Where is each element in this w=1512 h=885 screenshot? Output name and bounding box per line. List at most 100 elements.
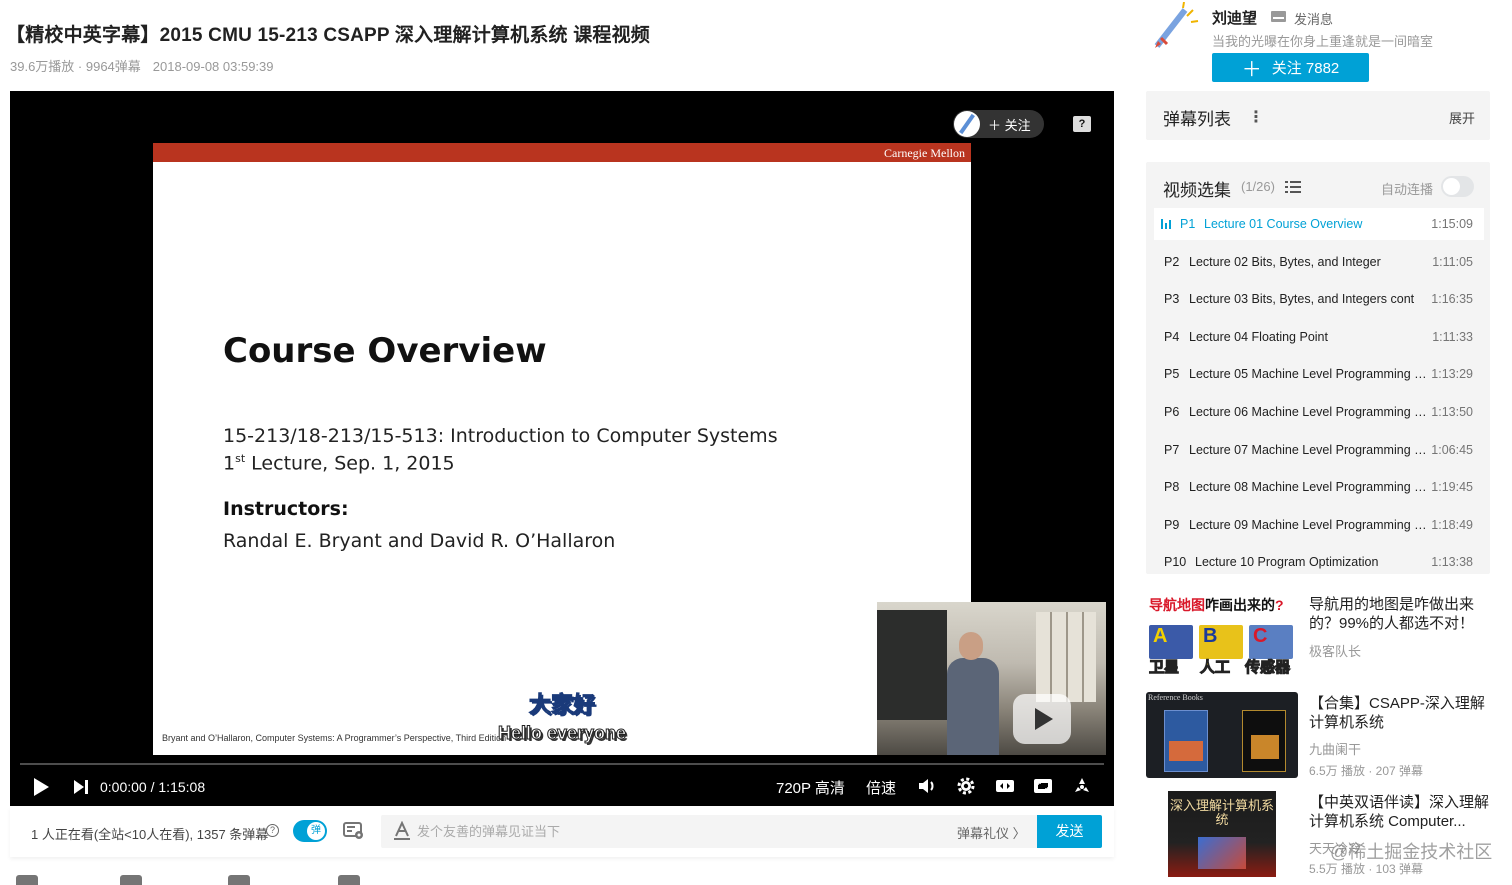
episode-duration: 1:16:35 xyxy=(1431,292,1473,307)
viewer-count: 1 人正在看(全站<10人在看), 1357 条弹幕 xyxy=(31,827,269,842)
episode-index: P2 xyxy=(1164,254,1180,269)
episode-list-panel: 视频选集 (1/26) 自动连播 P1 Lecture 01 Course Ove… xyxy=(1146,162,1490,574)
thumbnail-headline: 导航地图咋画出来的? xyxy=(1149,597,1284,613)
recommend-thumbnail[interactable]: 导航地图咋画出来的? A B C 卫星 人工 传感器 xyxy=(1146,595,1298,681)
player-follow-button[interactable]: ＋ 关注 xyxy=(953,110,1044,138)
recommend-author[interactable]: 九曲阑干 xyxy=(1309,739,1361,758)
next-icon[interactable] xyxy=(74,779,88,795)
video-date: 2018-09-08 03:59:39 xyxy=(152,59,274,74)
danmaku-input[interactable] xyxy=(417,815,937,848)
lecture-slide: Carnegie Mellon Course Overview 15-213/1… xyxy=(153,143,971,755)
autoplay-toggle[interactable] xyxy=(1441,176,1474,197)
widescreen-icon[interactable] xyxy=(994,775,1016,797)
danmaku-list-title: 弹幕列表 xyxy=(1163,110,1231,129)
web-fullscreen-icon[interactable] xyxy=(1032,775,1054,797)
video-title: 【精校中英字幕】2015 CMU 15-213 CSAPP 深入理解计算机系统 … xyxy=(6,25,651,46)
danmaku-settings-icon[interactable] xyxy=(343,821,365,841)
time-display: 0:00:00 / 1:15:08 xyxy=(100,779,206,795)
report-icon[interactable]: ? xyxy=(1073,116,1091,132)
episode-item[interactable]: P8 Lecture 08 Machine Level Programming I… xyxy=(1154,471,1484,503)
episode-count: (1/26) xyxy=(1241,179,1275,194)
episode-duration: 1:11:33 xyxy=(1432,329,1473,344)
episode-item[interactable]: P9 Lecture 09 Machine Level Programming V… xyxy=(1154,509,1484,541)
episode-name: Lecture 06 Machine Level Programming II … xyxy=(1189,405,1429,419)
video-meta: 39.6万播放 · 9964弹幕 2018-09-08 03:59:39 xyxy=(10,56,274,75)
coin-icon[interactable] xyxy=(120,875,142,885)
expand-button[interactable]: 展开 xyxy=(1449,108,1475,127)
episode-duration: 1:18:49 xyxy=(1431,517,1473,532)
action-strip xyxy=(10,872,1114,885)
recommend-title[interactable]: 导航用的地图是咋做出来的？99%的人都选不对！ xyxy=(1309,595,1495,633)
episode-duration: 1:13:38 xyxy=(1431,555,1473,570)
up-signature: 当我的光曝在你身上重逢就是一间暗室 xyxy=(1212,34,1434,49)
episode-duration: 1:13:50 xyxy=(1431,405,1473,419)
send-button[interactable]: 发送 xyxy=(1037,815,1102,848)
more-icon[interactable]: ⋮ xyxy=(1248,107,1264,127)
recommend-title[interactable]: 【中英双语伴读】深入理解计算机系统 Computer... xyxy=(1309,793,1495,831)
recommend-thumbnail[interactable]: Reference Books xyxy=(1146,692,1298,778)
episode-name: Lecture 02 Bits, Bytes, and Integer xyxy=(1189,254,1381,269)
manual-tile: B xyxy=(1199,625,1243,659)
speed-button[interactable]: 倍速 xyxy=(866,777,896,798)
video-stats: 39.6万播放 · 9964弹幕 xyxy=(10,59,141,74)
episode-name: Lecture 01 Course Overview xyxy=(1204,217,1363,231)
play-icon[interactable] xyxy=(34,778,49,796)
episode-duration: 1:15:09 xyxy=(1431,217,1473,231)
up-name[interactable]: 刘迪望 xyxy=(1212,7,1257,28)
recommend-thumbnail[interactable]: 深入理解计算机系统 xyxy=(1146,791,1298,877)
radiation-icon[interactable] xyxy=(1071,775,1093,797)
episode-item[interactable]: P2 Lecture 02 Bits, Bytes, and Integer 1:1… xyxy=(1154,246,1484,278)
follow-button[interactable]: ＋ 关注 7882 xyxy=(1212,53,1369,82)
book-cover xyxy=(1242,710,1286,772)
episode-duration: 1:13:29 xyxy=(1431,367,1473,382)
playing-icon xyxy=(1161,219,1173,229)
avatar xyxy=(954,111,980,137)
favorite-icon[interactable] xyxy=(228,875,250,885)
episode-index: P1 xyxy=(1180,217,1196,231)
danmaku-etiquette-link[interactable]: 弹幕礼仪 〉 xyxy=(957,823,1026,842)
like-icon[interactable] xyxy=(16,875,38,885)
list-view-icon[interactable] xyxy=(1285,180,1301,194)
sensor-tile: C xyxy=(1249,625,1293,659)
autoplay-label: 自动连播 xyxy=(1381,182,1434,197)
text-style-icon[interactable] xyxy=(393,821,411,841)
watermark: @稀土掘金技术社区 xyxy=(1330,842,1493,862)
send-message-link[interactable]: 发消息 xyxy=(1294,9,1333,28)
subtitle-english: Hello everyone xyxy=(497,723,627,744)
help-icon[interactable]: ? xyxy=(266,824,279,837)
episode-item[interactable]: P5 Lecture 05 Machine Level Programming I… xyxy=(1154,358,1484,390)
episode-name: Lecture 03 Bits, Bytes, and Integers con… xyxy=(1189,292,1415,307)
episode-item[interactable]: P1 Lecture 01 Course Overview 1:15:09 xyxy=(1154,208,1484,240)
episode-item[interactable]: P4 Lecture 04 Floating Point 1:11:33 xyxy=(1154,321,1484,353)
quality-button[interactable]: 720P 高清 xyxy=(776,777,845,798)
settings-icon[interactable] xyxy=(955,775,977,797)
episode-item[interactable]: P6 Lecture 06 Machine Level Programming I… xyxy=(1154,396,1484,428)
mail-icon[interactable] xyxy=(1271,11,1286,22)
episode-item[interactable]: P3 Lecture 03 Bits, Bytes, and Integers c… xyxy=(1154,283,1484,315)
danmaku-list-panel[interactable]: 弹幕列表 ⋮ 展开 xyxy=(1146,91,1490,140)
volume-icon[interactable] xyxy=(916,775,938,797)
recommend-stats: 6.5万 播放 · 207 弹幕 xyxy=(1309,764,1424,778)
episode-item[interactable]: P7 Lecture 07 Machine Level Programming I… xyxy=(1154,434,1484,466)
episode-index: P4 xyxy=(1164,329,1180,344)
share-icon[interactable] xyxy=(338,875,360,885)
progress-bar[interactable] xyxy=(20,763,1104,765)
episode-duration: 1:11:05 xyxy=(1432,254,1473,269)
episode-index: P5 xyxy=(1164,367,1180,382)
episode-name: Lecture 07 Machine Level Programming III… xyxy=(1189,442,1429,457)
danmaku-toggle[interactable]: 弹 xyxy=(293,820,327,842)
recommend-author[interactable]: 极客队长 xyxy=(1309,641,1361,660)
episode-name: Lecture 10 Program Optimization xyxy=(1195,555,1379,570)
episode-index: P9 xyxy=(1164,517,1180,532)
recommend-title[interactable]: 【合集】CSAPP-深入理解计算机系统 xyxy=(1309,694,1495,732)
book-cover xyxy=(1164,710,1208,772)
episode-list-title: 视频选集 xyxy=(1163,181,1231,200)
episode-name: Lecture 09 Machine Level Programming V .… xyxy=(1189,517,1429,532)
episode-name: Lecture 04 Floating Point xyxy=(1189,329,1328,344)
episode-duration: 1:19:45 xyxy=(1431,480,1473,495)
slide-brand: Carnegie Mellon xyxy=(884,146,965,160)
episode-item[interactable]: P10 Lecture 10 Program Optimization 1:13:3… xyxy=(1154,546,1484,574)
up-avatar[interactable] xyxy=(1147,2,1199,54)
video-player[interactable]: Carnegie Mellon Course Overview 15-213/1… xyxy=(10,91,1114,806)
danmaku-input-wrap: 弹幕礼仪 〉 xyxy=(381,815,1038,848)
